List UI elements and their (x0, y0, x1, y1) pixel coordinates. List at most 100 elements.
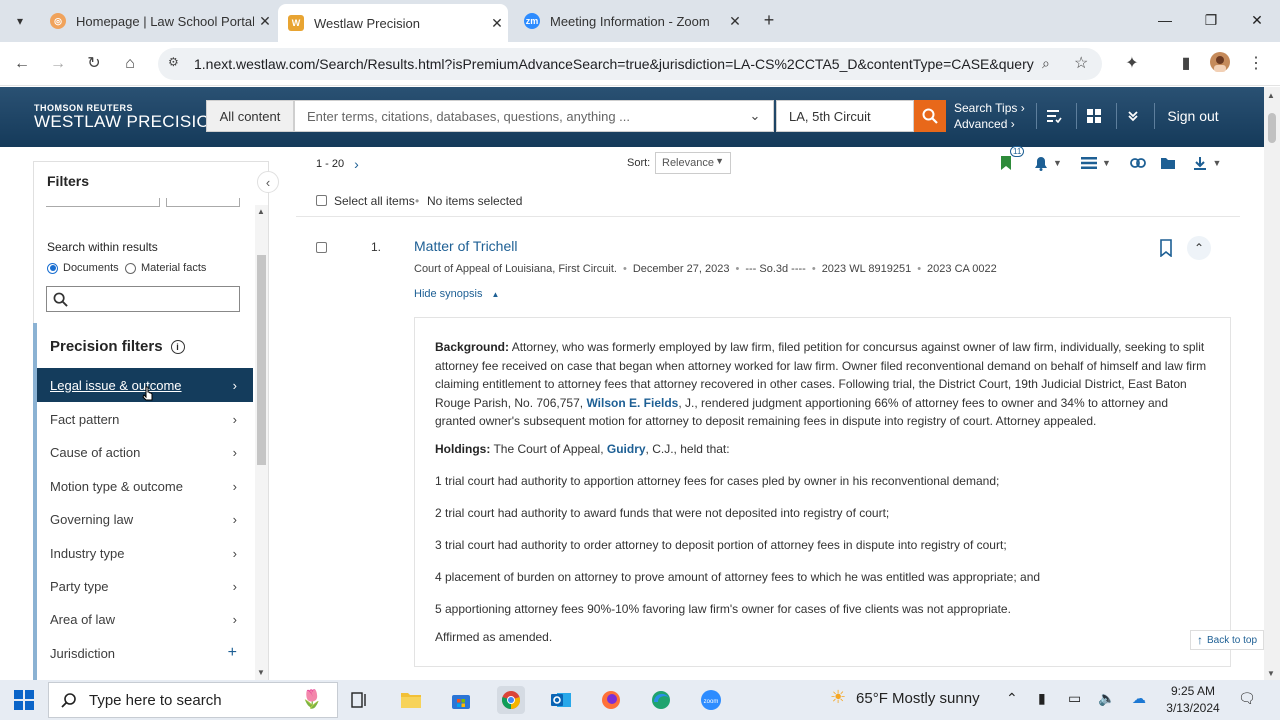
scroll-down-arrow-icon[interactable]: ▼ (1267, 669, 1275, 678)
search-button[interactable] (914, 100, 946, 132)
bookmark-icon[interactable] (1159, 239, 1173, 257)
tab-zoom-meeting[interactable]: zm Meeting Information - Zoom ✕ (514, 6, 746, 36)
search-icon (61, 693, 76, 708)
back-to-top-button[interactable]: ↑ Back to top (1190, 630, 1264, 650)
browser-menu-icon[interactable]: ⋮ (1244, 52, 1268, 76)
double-chevron-down-icon[interactable] (1116, 100, 1150, 132)
advanced-search-link[interactable]: Advanced › (954, 116, 1025, 132)
filter-motion-type-outcome[interactable]: Motion type & outcome › (37, 469, 253, 503)
search-tips-link[interactable]: Search Tips › (954, 100, 1025, 116)
url-text[interactable]: 1.next.westlaw.com/Search/Results.html?i… (194, 56, 1034, 72)
site-info-icon[interactable]: ⚙ (168, 55, 179, 69)
minimize-button[interactable]: — (1152, 8, 1178, 32)
extensions-icon[interactable]: ✦ (1120, 52, 1144, 76)
forward-button[interactable]: → (46, 52, 70, 76)
battery-icon[interactable]: ▭ (1068, 690, 1081, 707)
zoom-app-icon[interactable]: zoom (697, 686, 725, 714)
windows-start-icon[interactable] (14, 690, 34, 710)
display-options-dropdown[interactable]: ▼ (1078, 152, 1114, 174)
file-explorer-icon[interactable] (397, 686, 425, 714)
close-tab-icon[interactable]: ✕ (724, 13, 746, 30)
scroll-up-arrow-icon[interactable]: ▲ (1267, 91, 1275, 100)
scrollbar-thumb[interactable] (257, 255, 266, 465)
zoom-search-icon[interactable]: ⌕ (1042, 55, 1050, 72)
judge-link[interactable]: Guidry (607, 442, 646, 456)
chevron-down-icon[interactable]: ⌄ (744, 100, 766, 132)
scrollbar-thumb[interactable] (1268, 113, 1276, 143)
weather-widget[interactable]: ☀ 65°F Mostly sunny (830, 687, 980, 708)
filter-cause-of-action[interactable]: Cause of action › (37, 435, 253, 469)
volume-icon[interactable]: 🔈 (1098, 690, 1115, 707)
filter-jurisdiction[interactable]: Jurisdiction + (37, 636, 253, 670)
new-tab-button[interactable]: + (758, 9, 780, 31)
restore-button[interactable]: ❐ (1198, 8, 1224, 32)
collapse-filters-button[interactable]: ‹ (257, 171, 279, 193)
apps-grid-icon[interactable] (1077, 100, 1111, 132)
page-scrollbar[interactable]: ▲ ▼ (1264, 87, 1280, 680)
result-title-link[interactable]: Matter of Trichell (414, 238, 517, 254)
filter-industry-type[interactable]: Industry type › (37, 536, 253, 570)
material-facts-radio[interactable]: Material facts (125, 262, 206, 274)
edge-icon[interactable] (647, 686, 675, 714)
filter-fact-pattern[interactable]: Fact pattern › (37, 402, 253, 436)
taskbar-clock[interactable]: 9:25 AM 3/13/2024 (1158, 683, 1228, 717)
search-input[interactable]: Enter terms, citations, databases, quest… (294, 100, 774, 132)
microphone-icon[interactable]: ▮ (1038, 690, 1046, 707)
notifications-icon[interactable]: 🗨 (1238, 690, 1256, 707)
home-button[interactable]: ⌂ (118, 52, 142, 76)
reload-button[interactable]: ↻ (82, 52, 106, 76)
folder-icon[interactable] (1158, 152, 1178, 174)
info-icon[interactable]: i (170, 339, 185, 354)
tab-list-button[interactable]: ▾ (8, 9, 32, 33)
scroll-down-arrow-icon[interactable]: ▼ (257, 668, 265, 677)
profile-avatar[interactable] (1208, 52, 1232, 76)
download-dropdown[interactable]: ▼ (1188, 152, 1226, 174)
collapse-result-button[interactable]: ⌃ (1187, 236, 1211, 260)
bookmark-star-icon[interactable]: ☆ (1074, 53, 1088, 73)
radio-selected[interactable] (47, 262, 58, 274)
sign-out-button[interactable]: Sign out (1160, 100, 1226, 132)
tab-law-school-portal[interactable]: ◎ Homepage | Law School Portal ✕ (40, 6, 276, 36)
scroll-up-arrow-icon[interactable]: ▲ (257, 207, 265, 216)
jurisdiction-selector[interactable]: LA, 5th Circuit (776, 100, 914, 132)
radio-unselected[interactable] (125, 262, 136, 274)
close-tab-icon[interactable]: ✕ (254, 13, 276, 30)
filter-governing-law[interactable]: Governing law › (37, 502, 253, 536)
select-all-label[interactable]: Select all items (334, 194, 415, 208)
caret-down-icon: ▼ (715, 156, 724, 166)
task-view-icon[interactable] (346, 686, 374, 714)
address-bar[interactable]: ⚙ 1.next.westlaw.com/Search/Results.html… (158, 48, 1102, 80)
firefox-icon[interactable] (597, 686, 625, 714)
documents-radio[interactable]: Documents (47, 262, 119, 274)
judge-link[interactable]: Wilson E. Fields (586, 396, 678, 410)
close-tab-icon[interactable]: ✕ (486, 15, 508, 32)
back-button[interactable]: ← (10, 52, 34, 76)
next-page-chevron-icon[interactable]: › (354, 156, 359, 172)
hide-synopsis-toggle[interactable]: Hide synopsis ▲ (414, 288, 499, 300)
close-window-button[interactable]: ✕ (1244, 8, 1270, 32)
side-panel-icon[interactable]: ▮ (1174, 52, 1198, 76)
search-tips-links: Search Tips › Advanced › (954, 100, 1025, 132)
westlaw-logo[interactable]: THOMSON REUTERS WESTLAW PRECISION (34, 103, 223, 132)
sort-select[interactable]: Relevance ▼ (655, 152, 731, 174)
result-checkbox[interactable] (316, 242, 327, 253)
microsoft-store-icon[interactable] (447, 686, 475, 714)
history-list-icon[interactable] (1037, 100, 1071, 132)
filters-scrollbar[interactable]: ▲ ▼ (255, 205, 268, 680)
onedrive-cloud-icon[interactable]: ☁ (1132, 690, 1146, 707)
filter-area-of-law[interactable]: Area of law › (37, 602, 253, 636)
chrome-icon[interactable] (497, 686, 525, 714)
alert-bell-dropdown[interactable]: ▼ (1028, 152, 1068, 174)
select-all-checkbox[interactable] (316, 195, 327, 206)
outlook-icon[interactable] (547, 686, 575, 714)
divider (1154, 103, 1155, 129)
tab-westlaw-precision[interactable]: W Westlaw Precision ✕ (278, 4, 508, 42)
svg-text:zoom: zoom (704, 699, 719, 705)
holding-1: 1 trial court had authority to apportion… (435, 474, 1000, 488)
link-icon[interactable] (1128, 152, 1148, 174)
show-hidden-icons-chevron-icon[interactable]: ⌃ (1006, 690, 1018, 707)
taskbar-search-input[interactable]: Type here to search 🌷 (48, 682, 338, 718)
content-scope-button[interactable]: All content (206, 100, 294, 132)
search-within-input[interactable] (46, 286, 240, 312)
filter-party-type[interactable]: Party type › (37, 569, 253, 603)
